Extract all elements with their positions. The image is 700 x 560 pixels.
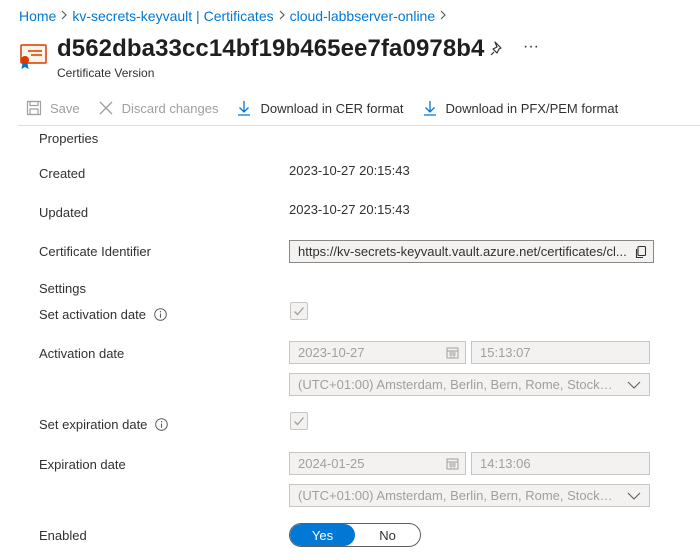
breadcrumb: Home kv-secrets-keyvault | Certificates … xyxy=(19,7,451,25)
certificate-identifier-field[interactable]: https://kv-secrets-keyvault.vault.azure.… xyxy=(289,240,654,263)
breadcrumb-certificate[interactable]: cloud-labbserver-online xyxy=(290,8,436,24)
breadcrumb-chevron-icon xyxy=(56,9,72,23)
breadcrumb-keyvault-certificates[interactable]: kv-secrets-keyvault | Certificates xyxy=(72,8,273,24)
more-options-icon[interactable]: ··· xyxy=(521,37,541,57)
calendar-icon[interactable] xyxy=(439,453,465,474)
info-icon[interactable] xyxy=(154,308,167,321)
chevron-down-icon xyxy=(619,374,649,395)
page-title: d562dba33cc14bf19b465ee7fa0978b4 xyxy=(57,35,485,62)
checkmark-icon xyxy=(294,417,304,426)
save-button[interactable]: Save xyxy=(26,96,80,120)
set-expiration-date-checkbox[interactable] xyxy=(290,412,308,430)
breadcrumb-chevron-icon xyxy=(274,9,290,23)
download-cer-label: Download in CER format xyxy=(260,100,404,116)
created-value: 2023-10-27 20:15:43 xyxy=(289,163,410,178)
expiration-date-picker[interactable]: 2024-01-25 xyxy=(289,452,466,475)
updated-label: Updated xyxy=(39,205,89,220)
close-icon xyxy=(99,101,113,115)
expiration-timezone-value: (UTC+01:00) Amsterdam, Berlin, Bern, Rom… xyxy=(298,488,619,503)
activation-timezone-value: (UTC+01:00) Amsterdam, Berlin, Bern, Rom… xyxy=(298,377,619,392)
enabled-no-option[interactable]: No xyxy=(355,524,420,546)
breadcrumb-chevron-icon xyxy=(435,9,451,23)
download-cer-button[interactable]: Download in CER format xyxy=(236,96,404,120)
breadcrumb-home[interactable]: Home xyxy=(19,8,56,24)
save-icon xyxy=(26,100,42,116)
discard-changes-label: Discard changes xyxy=(121,100,219,116)
set-activation-date-label: Set activation date xyxy=(39,307,167,322)
settings-section-label: Settings xyxy=(39,281,86,296)
expiration-date-value: 2024-01-25 xyxy=(298,456,365,471)
pin-icon[interactable] xyxy=(487,39,507,59)
enabled-yes-option[interactable]: Yes xyxy=(290,524,355,546)
set-expiration-date-label: Set expiration date xyxy=(39,417,169,432)
updated-value: 2023-10-27 20:15:43 xyxy=(289,202,410,217)
command-bar: Save Discard changes Download in CER for… xyxy=(18,96,618,120)
checkmark-icon xyxy=(294,307,304,316)
save-label: Save xyxy=(50,100,80,116)
properties-section-label: Properties xyxy=(39,131,99,146)
expiration-time-input[interactable]: 14:13:06 xyxy=(471,452,650,475)
certificate-icon xyxy=(17,43,49,71)
set-expiration-date-text: Set expiration date xyxy=(39,417,148,432)
activation-date-label: Activation date xyxy=(39,346,125,361)
created-label: Created xyxy=(39,166,86,181)
set-activation-date-checkbox[interactable] xyxy=(290,302,308,320)
activation-time-input[interactable]: 15:13:07 xyxy=(471,341,650,364)
activation-timezone-dropdown[interactable]: (UTC+01:00) Amsterdam, Berlin, Bern, Rom… xyxy=(289,373,650,396)
certificate-identifier-value[interactable]: https://kv-secrets-keyvault.vault.azure.… xyxy=(290,244,629,259)
download-icon xyxy=(423,101,436,116)
set-activation-date-text: Set activation date xyxy=(39,307,146,322)
page-subtitle: Certificate Version xyxy=(57,66,155,80)
info-icon[interactable] xyxy=(155,418,169,431)
certificate-identifier-label: Certificate Identifier xyxy=(39,244,151,259)
download-pfx-pem-label: Download in PFX/PEM format xyxy=(445,100,619,116)
activation-date-picker[interactable]: 2023-10-27 xyxy=(289,341,466,364)
copy-icon[interactable] xyxy=(629,241,653,262)
download-icon xyxy=(238,101,251,116)
expiration-date-label: Expiration date xyxy=(39,457,126,472)
toolbar-divider xyxy=(18,125,700,126)
expiration-timezone-dropdown[interactable]: (UTC+01:00) Amsterdam, Berlin, Bern, Rom… xyxy=(289,484,650,507)
discard-changes-button[interactable]: Discard changes xyxy=(98,96,219,120)
chevron-down-icon xyxy=(619,485,649,506)
activation-date-value: 2023-10-27 xyxy=(298,345,365,360)
enabled-label: Enabled xyxy=(39,528,87,543)
calendar-icon[interactable] xyxy=(439,342,465,363)
activation-time-value: 15:13:07 xyxy=(480,345,531,360)
download-pfx-pem-button[interactable]: Download in PFX/PEM format xyxy=(422,96,619,120)
enabled-toggle[interactable]: Yes No xyxy=(289,523,421,547)
expiration-time-value: 14:13:06 xyxy=(480,456,531,471)
